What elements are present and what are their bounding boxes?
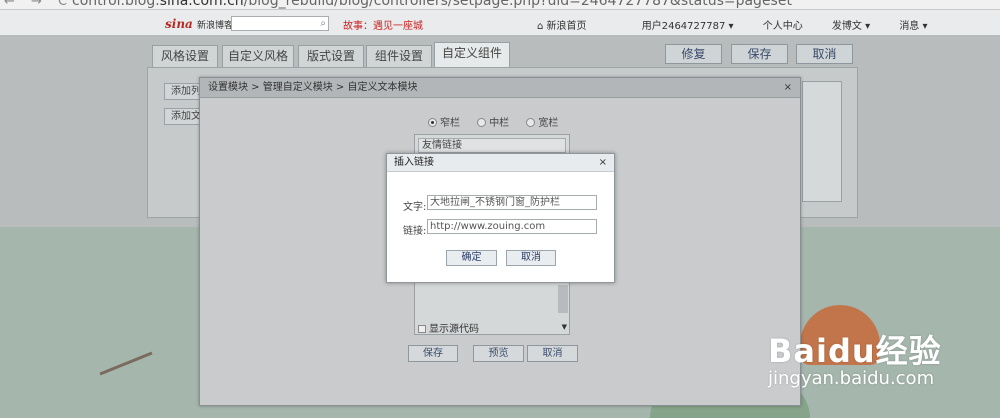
scroll-down-icon[interactable]: ▼ — [562, 323, 567, 331]
module-cancel-button[interactable]: 取消 — [527, 345, 578, 362]
url-text[interactable]: control.blog.sina.com.cn/blog_rebuild/bl… — [72, 0, 792, 9]
show-source-checkbox[interactable]: 显示源代码 — [418, 320, 479, 335]
user-menu[interactable]: 用户2464727787 ▾ — [642, 21, 734, 32]
insert-link-title: 插入链接 × — [387, 154, 614, 172]
column-width-radios: 窄栏 中栏 宽栏 — [428, 114, 572, 129]
nav-buttons[interactable]: ← → C — [4, 0, 73, 9]
editor-scrollbar[interactable] — [558, 285, 568, 313]
tab-component-settings[interactable]: 组件设置 — [366, 45, 432, 68]
save-button[interactable]: 保存 — [731, 44, 788, 64]
ok-button[interactable]: 确定 — [446, 250, 497, 266]
tab-layout-settings[interactable]: 版式设置 — [298, 45, 364, 68]
home-link[interactable]: ⌂ 新浪首页 — [537, 21, 613, 32]
add-text-button[interactable]: 添加文 — [164, 108, 204, 125]
restore-button[interactable]: 修复 — [665, 44, 722, 64]
search-input[interactable]: ⌕ — [231, 16, 329, 31]
watermark-brand: Baidu经验 — [768, 332, 942, 370]
tab-style-settings[interactable]: 风格设置 — [152, 45, 218, 68]
module-name-input[interactable]: 友情链接 — [418, 138, 566, 153]
insert-link-dialog: 插入链接 × 文字: 大地拉闸_不锈钢门窗_防护栏 链接: http://www… — [386, 153, 615, 283]
browser-address-bar[interactable]: ← → C control.blog.sina.com.cn/blog_rebu… — [0, 0, 1000, 10]
module-preview-button[interactable]: 预览 — [473, 345, 524, 362]
cancel-link-button[interactable]: 取消 — [506, 250, 556, 266]
radio-narrow[interactable]: 窄栏 — [428, 114, 460, 129]
radio-wide[interactable]: 宽栏 — [526, 114, 558, 129]
module-save-button[interactable]: 保存 — [408, 345, 458, 362]
search-icon[interactable]: ⌕ — [320, 18, 326, 29]
text-row: 文字: 大地拉闸_不锈钢门窗_防护栏 — [403, 195, 597, 213]
dialog-title: 设置模块 > 管理自定义模块 > 自定义文本模块 × — [200, 78, 800, 98]
sina-blog-logo[interactable]: sina 新浪博客 — [165, 17, 233, 31]
radio-icon[interactable] — [477, 118, 487, 127]
story-link[interactable]: 故事：遇见一座城 — [343, 17, 423, 32]
close-icon[interactable]: × — [784, 78, 792, 98]
component-preview-box — [802, 81, 842, 202]
close-icon[interactable]: × — [599, 154, 607, 172]
checkbox-icon[interactable] — [418, 325, 426, 333]
post-blog-menu[interactable]: 发博文 ▾ — [832, 21, 870, 32]
personal-center-link[interactable]: 个人中心 — [763, 21, 803, 32]
link-url-input[interactable]: http://www.zouing.com — [427, 219, 597, 234]
radio-checked-icon[interactable] — [428, 118, 437, 127]
top-links: ⌂ 新浪首页 用户2464727787 ▾ 个人中心 发博文 ▾ 消息 ▾ — [537, 17, 954, 32]
baidu-watermark: Baidu经验 jingyan.baidu.com — [768, 326, 942, 389]
cancel-button[interactable]: 取消 — [796, 44, 853, 64]
link-text-input[interactable]: 大地拉闸_不锈钢门窗_防护栏 — [427, 195, 597, 210]
tab-custom-style[interactable]: 自定义风格 — [222, 45, 294, 68]
url-label: 链接: — [403, 226, 427, 237]
url-row: 链接: http://www.zouing.com — [403, 219, 597, 237]
text-label: 文字: — [403, 202, 427, 213]
messages-menu[interactable]: 消息 ▾ — [899, 21, 927, 32]
radio-medium[interactable]: 中栏 — [477, 114, 509, 129]
watermark-site: jingyan.baidu.com — [768, 368, 935, 389]
tab-custom-components[interactable]: 自定义组件 — [434, 42, 510, 68]
sina-top-bar: sina 新浪博客 ⌕ 故事：遇见一座城 ⌂ 新浪首页 用户2464727787… — [0, 10, 1000, 36]
radio-icon[interactable] — [526, 118, 536, 127]
add-list-button[interactable]: 添加列 — [164, 83, 204, 100]
